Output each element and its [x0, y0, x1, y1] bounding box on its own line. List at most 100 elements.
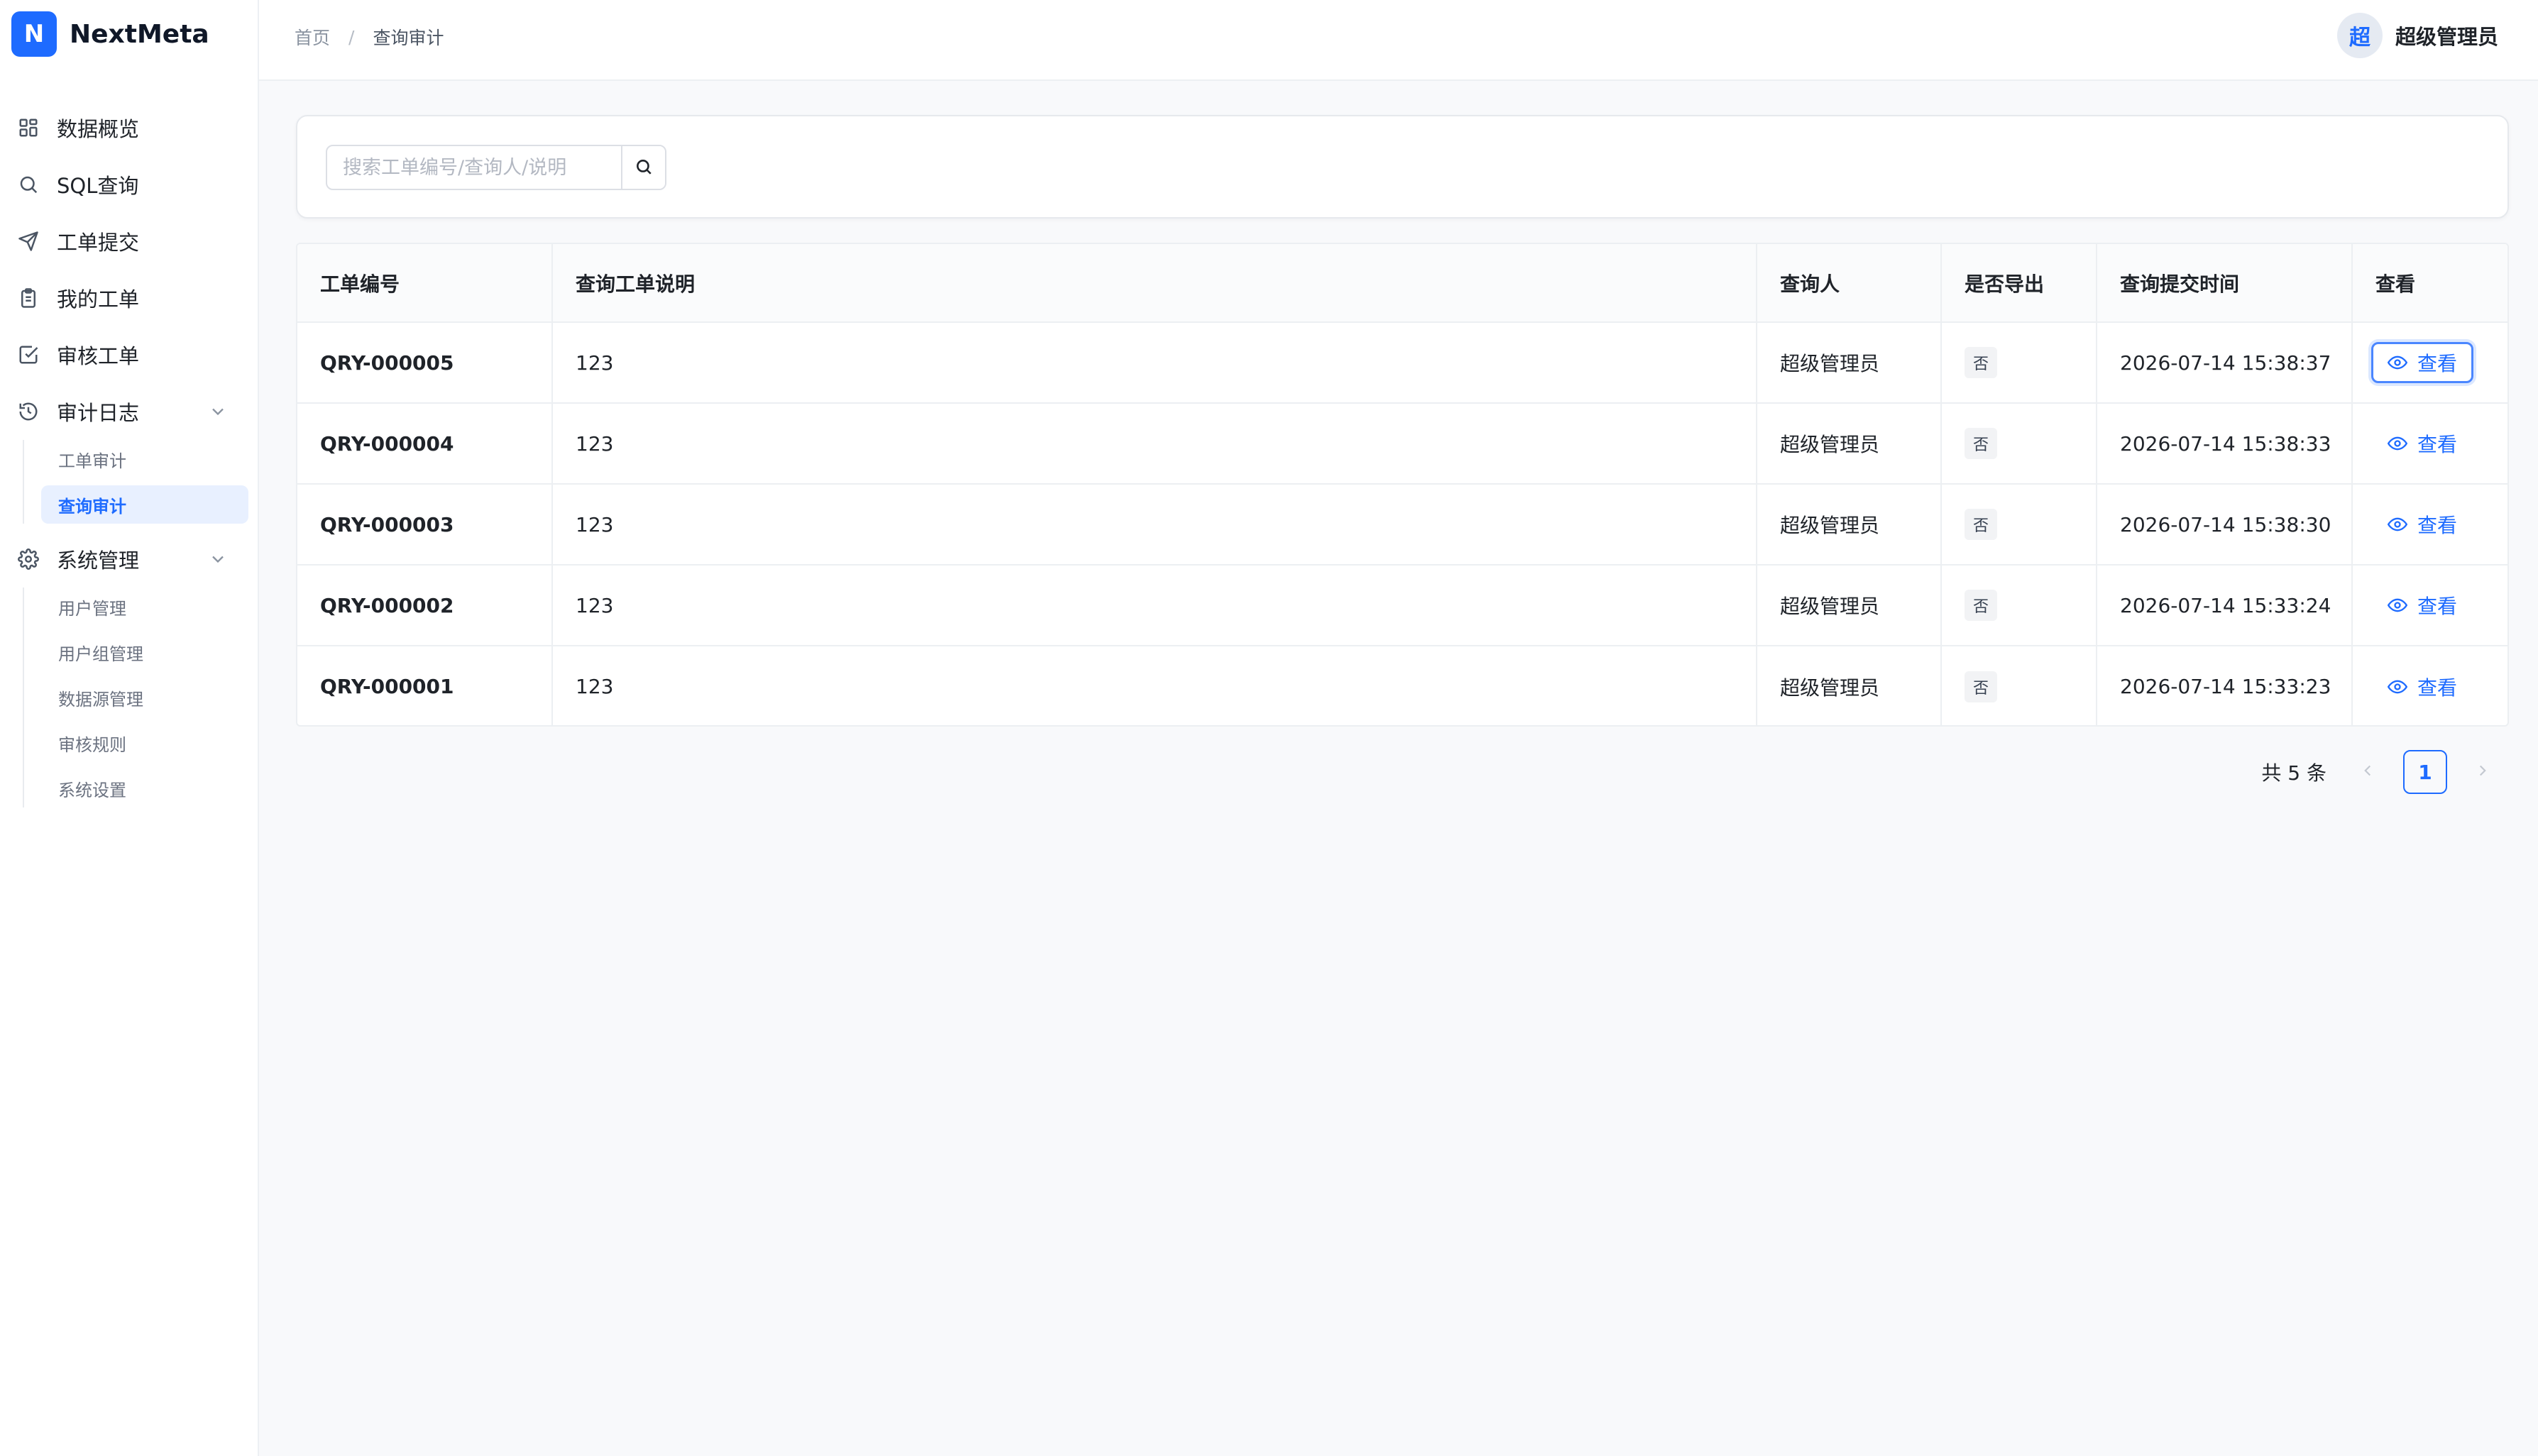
sidebar-item-review-tickets[interactable]: 审核工单 [0, 326, 259, 383]
view-button[interactable]: 查看 [2371, 666, 2473, 707]
view-button[interactable]: 查看 [2371, 423, 2473, 464]
view-button-label: 查看 [2417, 514, 2458, 537]
view-button[interactable]: 查看 [2371, 585, 2473, 626]
cell-view: 查看 [2352, 403, 2507, 485]
search-icon [634, 158, 653, 178]
clipboard-icon [17, 287, 40, 309]
query-audit-table: 工单编号 查询工单说明 查询人 是否导出 查询提交时间 查看 QRY-00000… [296, 243, 2509, 727]
sidebar-item-ticket-submit[interactable]: 工单提交 [0, 213, 259, 270]
send-icon [17, 230, 40, 253]
gear-icon [17, 548, 40, 570]
cell-ticket-id: QRY-000004 [297, 403, 553, 485]
sidebar-subitem-query-audit[interactable]: 查询审计 [41, 485, 248, 524]
sidebar-item-dashboard[interactable]: 数据概览 [0, 99, 259, 156]
cell-view: 查看 [2352, 565, 2507, 646]
cell-requester: 超级管理员 [1757, 403, 1942, 485]
sidebar-subitem-review-rules[interactable]: 审核规则 [41, 724, 248, 762]
eye-icon [2388, 595, 2407, 615]
sidebar-item-label: 工单提交 [57, 231, 140, 255]
view-button[interactable]: 查看 [2371, 504, 2473, 545]
column-header-submit-time: 查询提交时间 [2097, 244, 2353, 323]
view-button-label: 查看 [2417, 352, 2458, 375]
exported-tag: 否 [1965, 671, 1998, 702]
cell-ticket-id: QRY-000003 [297, 484, 553, 566]
sidebar-item-my-tickets[interactable]: 我的工单 [0, 270, 259, 326]
cell-description: 123 [552, 322, 1757, 404]
sidebar-item-sql-query[interactable]: SQL查询 [0, 156, 259, 213]
column-header-exported: 是否导出 [1941, 244, 2097, 323]
eye-icon [2388, 514, 2407, 534]
sidebar-subitem-user-group-management[interactable]: 用户组管理 [41, 633, 248, 671]
sidebar-item-system-admin[interactable]: 系统管理 [0, 531, 259, 588]
table-row: QRY-000005 123 超级管理员 否 2026-07-14 15:38:… [297, 322, 2507, 404]
brand[interactable]: N NextMeta [11, 11, 209, 57]
eye-icon [2388, 353, 2407, 373]
cell-requester: 超级管理员 [1757, 484, 1942, 566]
search-icon [17, 173, 40, 196]
sidebar-item-label: 我的工单 [57, 287, 140, 311]
pagination-total: 共 5 条 [2261, 761, 2326, 785]
app-root: N NextMeta 数据概览 SQL查询 工单提交 我的工单 审核工单 审计日… [0, 0, 2538, 1456]
cell-view: 查看 [2352, 484, 2507, 566]
sidebar-item-label: 数据概览 [57, 117, 140, 141]
chevron-down-icon[interactable] [208, 549, 228, 569]
top-header: 首页 / 查询审计 超 超级管理员 [259, 0, 2538, 81]
cell-submit-time: 2026-07-14 15:38:30 [2097, 484, 2353, 566]
cell-ticket-id: QRY-000002 [297, 565, 553, 646]
cell-requester: 超级管理员 [1757, 565, 1942, 646]
cell-submit-time: 2026-07-14 15:33:24 [2097, 565, 2353, 646]
cell-description: 123 [552, 403, 1757, 485]
pagination-next-button[interactable] [2463, 752, 2503, 792]
audit-submenu: 工单审计 查询审计 [23, 440, 259, 524]
eye-icon [2388, 677, 2407, 697]
column-header-ticket-id: 工单编号 [297, 244, 553, 323]
exported-tag: 否 [1965, 590, 1998, 621]
chevron-right-icon [2473, 761, 2492, 783]
pagination-prev-button[interactable] [2348, 752, 2388, 792]
breadcrumb: 首页 / 查询审计 [295, 24, 444, 50]
cell-exported: 否 [1941, 322, 2097, 404]
cell-view: 查看 [2352, 646, 2507, 725]
exported-tag: 否 [1965, 509, 1998, 540]
sidebar-subitem-datasource-management[interactable]: 数据源管理 [41, 678, 248, 717]
cell-ticket-id: QRY-000005 [297, 322, 553, 404]
sidebar-subitem-user-management[interactable]: 用户管理 [41, 588, 248, 626]
cell-exported: 否 [1941, 646, 2097, 725]
chevron-left-icon [2358, 761, 2377, 783]
cell-submit-time: 2026-07-14 15:38:37 [2097, 322, 2353, 404]
dashboard-icon [17, 116, 40, 139]
sidebar-subitem-system-settings[interactable]: 系统设置 [41, 769, 248, 807]
user-menu[interactable]: 超 超级管理员 [2336, 13, 2498, 58]
breadcrumb-home[interactable]: 首页 [295, 24, 330, 50]
sidebar-subitem-ticket-audit[interactable]: 工单审计 [41, 440, 248, 478]
pagination-page-current[interactable]: 1 [2403, 750, 2447, 794]
cell-requester: 超级管理员 [1757, 322, 1942, 404]
chevron-down-icon[interactable] [208, 402, 228, 421]
history-icon [17, 400, 40, 423]
cell-requester: 超级管理员 [1757, 646, 1942, 725]
system-submenu: 用户管理 用户组管理 数据源管理 审核规则 系统设置 [23, 588, 259, 807]
sidebar-item-label: 系统管理 [57, 548, 140, 573]
table-row: QRY-000001 123 超级管理员 否 2026-07-14 15:33:… [297, 646, 2507, 725]
search-box [326, 145, 666, 190]
cell-description: 123 [552, 484, 1757, 566]
cell-description: 123 [552, 565, 1757, 646]
view-button-label: 查看 [2417, 433, 2458, 456]
cell-ticket-id: QRY-000001 [297, 646, 553, 725]
sidebar-nav: 数据概览 SQL查询 工单提交 我的工单 审核工单 审计日志 工单审计 查询审计… [0, 99, 259, 815]
sidebar-item-audit-log[interactable]: 审计日志 [0, 383, 259, 440]
view-button[interactable]: 查看 [2371, 342, 2474, 383]
pagination: 共 5 条 1 [2261, 749, 2503, 795]
table-row: QRY-000004 123 超级管理员 否 2026-07-14 15:38:… [297, 403, 2507, 485]
search-input[interactable] [327, 146, 621, 189]
brand-name: NextMeta [70, 19, 209, 49]
cell-submit-time: 2026-07-14 15:38:33 [2097, 403, 2353, 485]
brand-logo: N [11, 11, 57, 57]
sidebar-item-label: SQL查询 [57, 174, 139, 198]
table-header-row: 工单编号 查询工单说明 查询人 是否导出 查询提交时间 查看 [297, 244, 2507, 323]
exported-tag: 否 [1965, 347, 1998, 378]
search-button[interactable] [621, 146, 665, 189]
sidebar-item-label: 审核工单 [57, 344, 140, 368]
search-card [296, 115, 2509, 219]
exported-tag: 否 [1965, 428, 1998, 459]
